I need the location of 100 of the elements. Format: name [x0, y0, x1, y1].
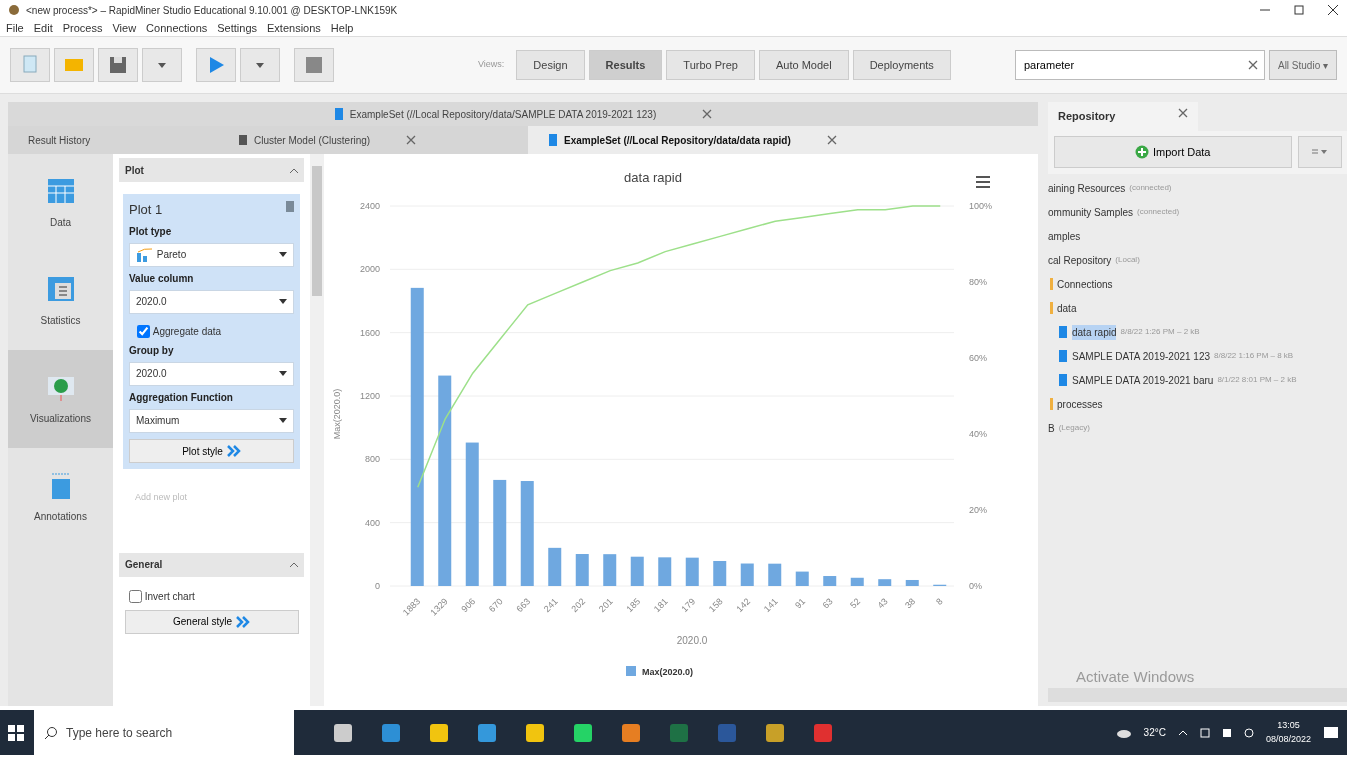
side-nav-item[interactable]: Data — [8, 154, 113, 252]
checkbox-label[interactable]: Aggregate data — [152, 323, 222, 339]
result-tab[interactable]: Cluster Model (Clustering) — [218, 126, 528, 154]
view-tab[interactable]: Turbo Prep — [666, 50, 755, 80]
tray-app-icon[interactable] — [1199, 727, 1210, 738]
menu-item[interactable]: Settings — [217, 20, 257, 36]
checkbox[interactable] — [137, 324, 150, 338]
folder-icon — [1050, 302, 1053, 314]
x-tick-label: 63 — [820, 596, 835, 611]
section-header: Plot — [125, 163, 144, 178]
save-button[interactable] — [98, 48, 138, 82]
side-nav-item[interactable]: Annotations — [8, 448, 113, 546]
menu-item[interactable]: Process — [62, 20, 103, 36]
x-tick-label: 202 — [569, 596, 588, 615]
bar — [850, 577, 864, 586]
menu-item[interactable]: File — [6, 20, 24, 36]
tree-item[interactable]: cal Repository — [1048, 252, 1112, 268]
tree-item[interactable]: B — [1048, 420, 1055, 436]
clear-icon[interactable] — [1247, 60, 1258, 70]
stop-icon — [303, 54, 325, 76]
import-data-button[interactable]: Import Data — [1053, 136, 1292, 168]
trash-icon[interactable] — [286, 200, 294, 212]
search-scope-dropdown[interactable]: All Studio ▾ — [1268, 50, 1337, 80]
menu-item[interactable]: Help — [330, 20, 354, 36]
y-tick-label: 0 — [375, 581, 380, 591]
general-style-button[interactable]: General style — [124, 609, 299, 634]
start-icon[interactable] — [8, 724, 24, 741]
dropdown[interactable]: 2020.0 — [129, 289, 294, 314]
menu-item[interactable]: Connections — [146, 20, 208, 36]
menu-caret-icon — [1310, 148, 1329, 156]
globe-icon[interactable] — [1243, 727, 1254, 738]
result-tab[interactable]: Result History — [8, 126, 218, 154]
tree-item[interactable]: processes — [1057, 396, 1103, 412]
y-tick-label: 40% — [969, 429, 987, 439]
folder-icon — [1050, 278, 1053, 290]
x-tick-label: 179 — [679, 596, 698, 615]
result-tab[interactable]: ExampleSet (//Local Repository/data/data rapid) — [528, 126, 1038, 154]
chevron-up-icon[interactable] — [1177, 729, 1188, 736]
chevrons-icon — [235, 615, 250, 628]
menu-item[interactable]: Extensions — [267, 20, 321, 36]
bar — [548, 547, 562, 586]
plot-style-button[interactable]: Plot style — [129, 439, 294, 464]
stop-button[interactable] — [294, 48, 334, 82]
tree-item[interactable]: ommunity Samples — [1048, 204, 1134, 220]
dropdown[interactable]: Pareto — [129, 242, 294, 267]
search-box[interactable]: parameter — [1014, 50, 1265, 80]
x-tick-label: 201 — [596, 596, 615, 615]
collapse-icon[interactable] — [290, 167, 298, 173]
view-tab[interactable]: Results — [588, 50, 663, 80]
checkbox-label[interactable]: Invert chart — [144, 588, 195, 604]
dataset-icon — [1058, 325, 1068, 339]
restore-icon[interactable] — [1293, 4, 1305, 16]
clock-date: 08/08/2022 — [1265, 732, 1311, 746]
tree-item[interactable]: SAMPLE DATA 2019-2021 baru — [1072, 372, 1214, 388]
caret-icon — [256, 62, 264, 68]
x-tick-label: 906 — [459, 596, 478, 615]
view-tab[interactable]: Auto Model — [759, 50, 849, 80]
dropdown[interactable]: 2020.0 — [129, 361, 294, 386]
tree-item[interactable]: Connections — [1057, 276, 1113, 292]
y-tick-label: 20% — [969, 505, 987, 515]
repository-tab[interactable]: Repository — [1048, 102, 1198, 131]
menu-item[interactable]: View — [112, 20, 137, 36]
caret-icon — [279, 417, 287, 424]
item-details: 8/8/22 1:16 PM – 8 kB — [1214, 350, 1294, 362]
legend-label: Max(2020.0) — [642, 667, 694, 677]
field-label: Group by — [129, 343, 175, 358]
menu-item[interactable]: Edit — [33, 20, 53, 36]
tree-item[interactable]: amples — [1048, 228, 1081, 244]
item-details: (connected) — [1137, 206, 1180, 218]
side-nav-item[interactable]: Visualizations — [8, 350, 113, 448]
x-tick-label: 38 — [903, 596, 918, 611]
item-details: 8/8/22 1:26 PM – 2 kB — [1120, 326, 1200, 338]
scrollbar[interactable] — [310, 154, 324, 706]
legend-swatch — [626, 666, 636, 676]
collapse-icon[interactable] — [290, 562, 298, 568]
tree-item[interactable]: aining Resources — [1048, 180, 1126, 196]
bar — [768, 563, 782, 586]
notification-icon[interactable] — [1323, 724, 1339, 741]
field-label: Aggregation Function — [129, 390, 234, 405]
close-icon[interactable] — [1327, 4, 1339, 16]
tree-item[interactable]: SAMPLE DATA 2019-2021 123 — [1072, 348, 1211, 364]
view-tab[interactable]: Deployments — [852, 50, 951, 80]
x-tick-label: 185 — [624, 596, 643, 615]
x-tick-label: 670 — [486, 596, 505, 615]
run-button[interactable] — [196, 48, 236, 82]
y-axis-label: Max(2020.0) — [332, 388, 342, 440]
bar — [713, 561, 727, 586]
tree-item[interactable]: data rapid — [1072, 324, 1117, 340]
menu-icon[interactable] — [976, 176, 990, 188]
view-tab[interactable]: Design — [516, 50, 585, 80]
dropdown[interactable]: Maximum — [129, 408, 294, 433]
checkbox[interactable] — [129, 589, 142, 603]
bar — [603, 554, 617, 586]
tree-item[interactable]: data — [1057, 300, 1077, 316]
taskbar-search-field[interactable]: Type here to search — [34, 710, 294, 755]
tray-app-icon[interactable] — [1221, 727, 1232, 738]
side-nav-item[interactable]: Statistics — [8, 252, 113, 350]
bar — [658, 557, 672, 586]
y-tick-label: 800 — [364, 454, 380, 465]
x-tick-label: 52 — [848, 596, 863, 611]
